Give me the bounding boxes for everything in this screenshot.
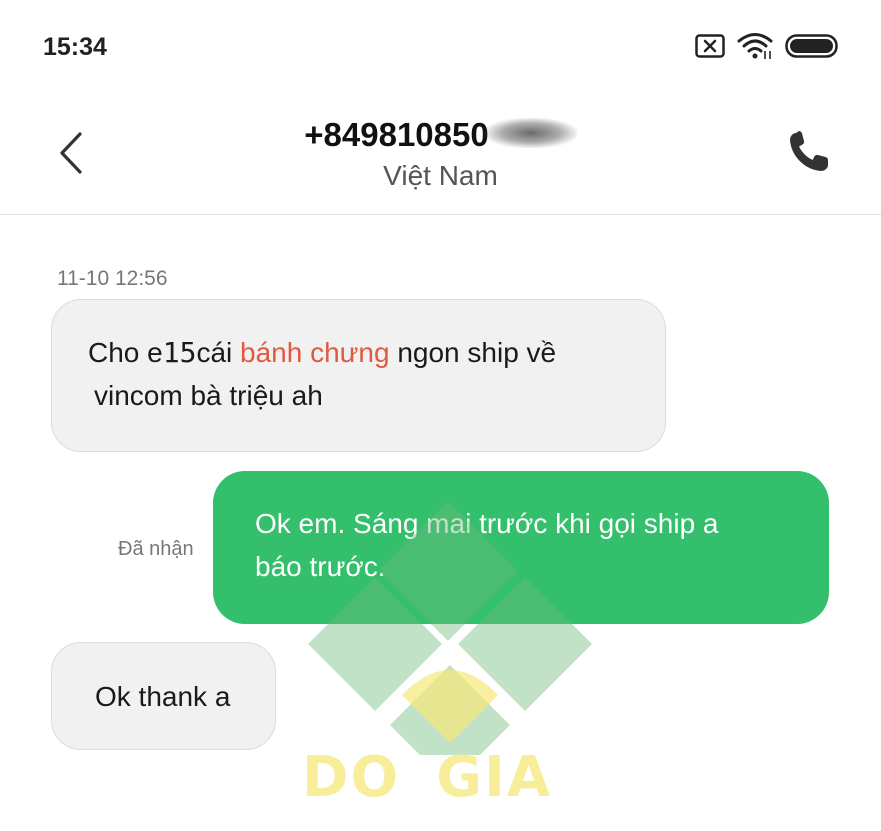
- delivered-status: Đã nhận: [118, 538, 194, 560]
- watermark-word: DO: [302, 745, 401, 810]
- conversation-header: +849810850 Việt Nam: [0, 92, 881, 215]
- contact-country: Việt Nam: [383, 160, 498, 191]
- incoming-message[interactable]: Cho e15cái bánh chưng ngon ship về vinco…: [51, 299, 666, 452]
- wifi-icon: [737, 32, 773, 60]
- phone-icon: [790, 131, 828, 171]
- watermark-word: GIA: [436, 745, 553, 810]
- message-text: Cho e: [88, 337, 163, 368]
- message-quantity: 15: [162, 336, 197, 369]
- message-text: Ok thank a: [95, 681, 231, 712]
- message-line: Cho e15cái bánh chưng ngon ship về: [88, 331, 645, 374]
- call-button[interactable]: [787, 130, 831, 174]
- sim-off-icon: [695, 34, 725, 58]
- battery-icon: [785, 34, 841, 58]
- message-line: báo trước.: [255, 551, 386, 582]
- status-time: 15:34: [43, 33, 107, 61]
- incoming-message[interactable]: Ok thank a: [51, 642, 276, 750]
- contact-number-text: +849810850: [304, 116, 489, 153]
- message-line: vincom bà triệu ah: [94, 380, 323, 411]
- message-line: Ok em. Sáng mai trước khi gọi ship a: [255, 508, 719, 539]
- contact-number: +849810850: [0, 116, 881, 154]
- redacted-digits: [484, 118, 577, 148]
- status-bar: 15:34: [0, 0, 881, 92]
- message-text: cái: [196, 337, 241, 368]
- message-timestamp: 11-10 12:56: [57, 267, 168, 290]
- highlighted-keyword: bánh chưng: [240, 337, 390, 368]
- outgoing-message[interactable]: Ok em. Sáng mai trước khi gọi ship a báo…: [213, 471, 829, 624]
- watermark-text: DO GIA: [302, 745, 602, 810]
- message-text: ngon ship về: [389, 337, 557, 368]
- status-icons: [695, 32, 841, 60]
